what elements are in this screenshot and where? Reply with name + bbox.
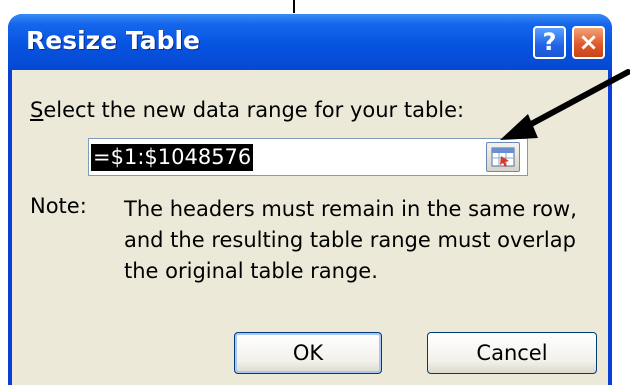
background-top	[0, 0, 632, 14]
dialog-title: Resize Table	[26, 26, 200, 55]
prompt-text: elect the new data range for your table:	[43, 98, 465, 122]
close-button[interactable]: ×	[572, 26, 605, 59]
ok-button[interactable]: OK	[234, 332, 382, 374]
note-text: The headers must remain in the same row,…	[124, 194, 604, 287]
help-button[interactable]: ?	[533, 26, 566, 59]
note-label: Note:	[30, 194, 87, 218]
range-input[interactable]: =$1:$1048576	[88, 138, 528, 176]
note-line: the original table range.	[124, 259, 378, 283]
note-line: The headers must remain in the same row,	[124, 197, 577, 221]
range-prompt-label: Select the new data range for your table…	[30, 98, 464, 122]
cancel-button[interactable]: Cancel	[427, 332, 597, 374]
note-line: and the resulting table range must overl…	[124, 228, 576, 252]
title-bar: Resize Table ? ×	[8, 14, 612, 70]
range-input-value: =$1:$1048576	[91, 144, 254, 171]
arrow-annotation	[500, 69, 630, 140]
background-cursor-line	[293, 0, 295, 13]
prompt-accesskey: S	[30, 98, 44, 122]
